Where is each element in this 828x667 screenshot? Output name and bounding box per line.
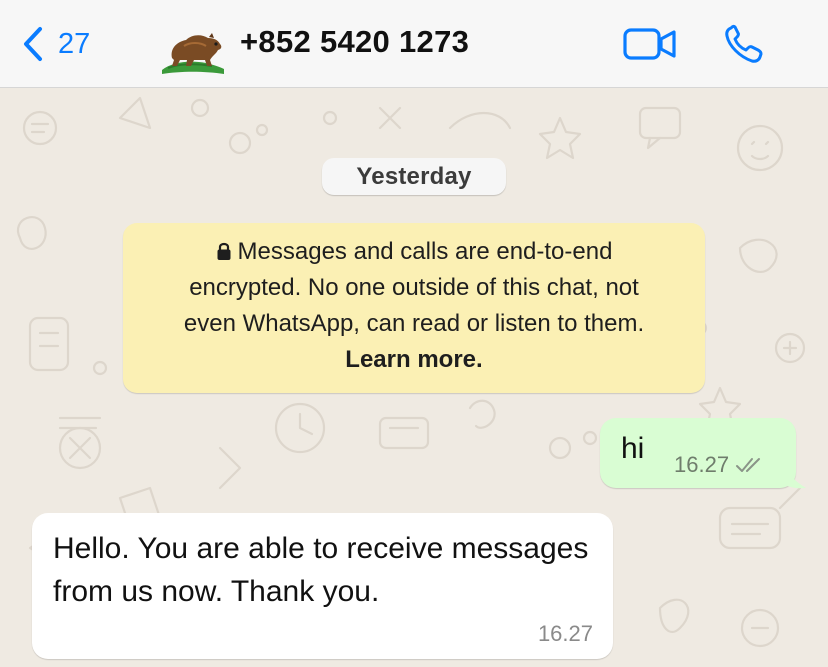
learn-more-link[interactable]: Learn more. bbox=[135, 342, 693, 378]
contact-title[interactable]: +852 5420 1273 bbox=[240, 24, 469, 60]
message-text: hi bbox=[621, 432, 645, 465]
chat-area[interactable]: Yesterday Messages and calls are end-to-… bbox=[0, 88, 828, 667]
encryption-notice-line-3: even WhatsApp, can read or listen to the… bbox=[183, 310, 645, 337]
double-check-icon bbox=[736, 458, 761, 472]
incoming-message-bubble[interactable]: Hello. You are able to receive messages … bbox=[32, 513, 613, 659]
video-call-icon[interactable] bbox=[622, 24, 678, 64]
phone-call-icon[interactable] bbox=[722, 24, 766, 66]
message-text: Hello. You are able to receive messages … bbox=[53, 532, 589, 608]
date-divider: Yesterday bbox=[322, 158, 506, 195]
chat-header: 27 +852 5420 1273 bbox=[0, 0, 828, 88]
outgoing-bubble-tail bbox=[780, 468, 806, 489]
encryption-notice-line-1: Messages and calls are end-to-end bbox=[135, 234, 693, 270]
encryption-notice[interactable]: Messages and calls are end-to-end encryp… bbox=[123, 223, 705, 393]
encryption-notice-line-2: encrypted. No one outside of this chat, … bbox=[189, 274, 639, 301]
message-time: 16.27 bbox=[537, 621, 593, 646]
unread-count[interactable]: 27 bbox=[58, 28, 90, 61]
back-button[interactable]: 27 bbox=[22, 22, 90, 66]
chevron-left-icon bbox=[24, 27, 42, 61]
avatar[interactable] bbox=[160, 22, 226, 76]
lock-icon bbox=[217, 242, 231, 260]
message-time: 16.27 bbox=[674, 452, 765, 478]
outgoing-message-bubble[interactable]: hi 16.27 bbox=[600, 418, 796, 488]
